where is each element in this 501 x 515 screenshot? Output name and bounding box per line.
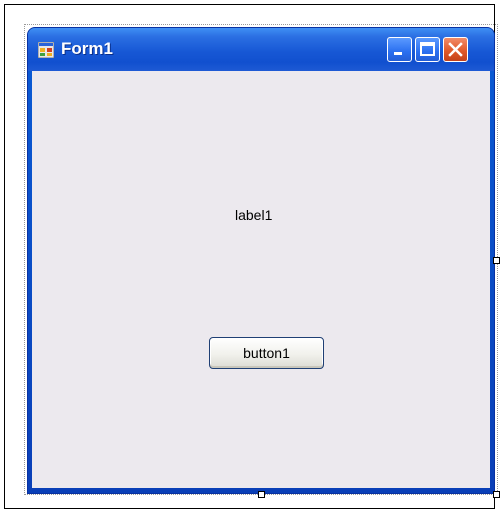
maximize-icon <box>420 42 435 56</box>
form-window[interactable]: Form1 label1 button1 <box>27 27 495 494</box>
form-app-icon <box>38 42 54 58</box>
title-bar[interactable]: Form1 <box>28 28 494 71</box>
minimize-button[interactable] <box>387 37 412 62</box>
window-title: Form1 <box>61 39 113 58</box>
minimize-icon <box>394 52 402 55</box>
resize-grip-bottom-right[interactable] <box>493 491 500 498</box>
maximize-button[interactable] <box>415 37 440 62</box>
form-client-area[interactable]: label1 button1 <box>32 71 490 488</box>
close-icon <box>448 42 463 57</box>
close-button[interactable] <box>443 37 468 62</box>
label1[interactable]: label1 <box>235 207 272 223</box>
button1[interactable]: button1 <box>209 337 324 369</box>
resize-grip-right[interactable] <box>493 257 500 264</box>
resize-grip-bottom[interactable] <box>258 491 265 498</box>
